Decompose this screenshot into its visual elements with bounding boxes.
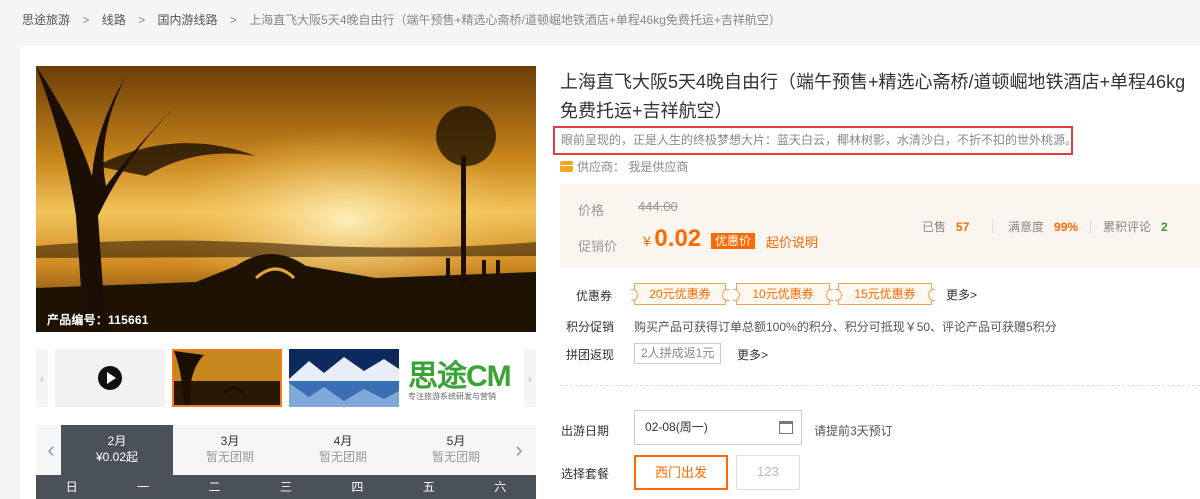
breadcrumb-separator: >: [138, 13, 146, 27]
promo-price-value: 0.02: [654, 225, 702, 252]
month-tab[interactable]: 3月 暂无团期: [174, 425, 286, 475]
play-icon[interactable]: [98, 366, 122, 390]
month-name: 4月: [333, 434, 353, 448]
currency-symbol: ¥: [643, 233, 651, 249]
breadcrumb-home[interactable]: 思途旅游: [22, 13, 70, 27]
supplier-icon: [560, 161, 573, 172]
package-option-selected[interactable]: 西门出发: [634, 455, 728, 490]
group-cashback-tag[interactable]: 2人拼成返1元: [634, 343, 722, 364]
thumbnail-sunset[interactable]: [172, 349, 282, 407]
points-label: 积分促销: [566, 320, 615, 334]
month-status: 暂无团期: [431, 450, 480, 464]
group-cashback-label: 拼团返现: [566, 348, 615, 362]
main-product-image[interactable]: [36, 66, 536, 332]
start-price-note-link[interactable]: 起价说明: [766, 232, 818, 251]
month-name: 5月: [446, 434, 466, 448]
discount-badge: 优惠价: [711, 233, 756, 249]
month-tab[interactable]: 5月 暂无团期: [400, 425, 512, 475]
product-subtitle: 眼前呈现的，正是人生的终极梦想大片：蓝天白云，椰林树影，水清沙白，不折不扣的世外…: [553, 126, 1073, 155]
product-title: 上海直飞大阪5天4晚自由行（端午预售+精选心斋桥/道顿崛地铁酒店+单程46kg免…: [560, 72, 1186, 121]
brand-logo: 思途CM: [408, 360, 512, 393]
month-status: ¥0.02起: [95, 450, 139, 464]
travel-date-value: 02-08(周一): [645, 420, 708, 434]
satisfaction: 满意度 99%: [1008, 218, 1078, 235]
weekday: 四: [351, 480, 364, 494]
satisfaction-value: 99%: [1054, 220, 1079, 234]
package-label: 选择套餐: [561, 467, 610, 481]
weekday: 三: [279, 480, 292, 494]
calendar-next-arrow[interactable]: ›: [506, 425, 532, 475]
more-coupons-link[interactable]: 更多>: [946, 286, 977, 303]
month-name: 3月: [220, 434, 240, 448]
travel-date-label: 出游日期: [561, 424, 610, 438]
coupon-button[interactable]: 15元优惠券: [835, 283, 935, 305]
breadcrumb-separator: >: [229, 13, 237, 27]
promo-price-label: 促销价: [578, 239, 618, 254]
advance-booking-note: 请提前3天预订: [814, 424, 893, 438]
thumbnail-logo[interactable]: 思途CM 专注旅游系统研发与营销: [406, 349, 516, 407]
thumb-next-arrow[interactable]: ›: [524, 349, 536, 407]
month-tab[interactable]: 4月 暂无团期: [287, 425, 399, 475]
review-count[interactable]: 累积评论 2: [1103, 218, 1168, 235]
divider: [1090, 219, 1091, 233]
month-status: 暂无团期: [205, 450, 254, 464]
sold-label: 已售: [922, 220, 947, 234]
original-price: 444.00: [638, 199, 678, 214]
breadcrumb-current: 上海直飞大阪5天4晚自由行（端午预售+精选心斋桥/道顿崛地铁酒店+单程46kg免…: [249, 13, 781, 27]
weekday: 六: [494, 480, 507, 494]
price-label: 价格: [578, 203, 605, 218]
calendar-icon[interactable]: [779, 421, 793, 434]
coupon-label: 优惠券: [576, 289, 613, 303]
sold-value: 57: [956, 220, 970, 234]
weekday: 二: [208, 480, 221, 494]
month-tab[interactable]: 2月 ¥0.02起: [61, 425, 173, 475]
product-code: 产品编号：115661: [47, 313, 149, 327]
satisfaction-label: 满意度: [1008, 220, 1045, 234]
sold-count: 已售 57: [922, 218, 969, 235]
breadcrumb-separator: >: [82, 13, 90, 27]
supplier-label: 供应商：: [577, 160, 626, 174]
reviews-label: 累积评论: [1103, 220, 1152, 234]
supplier-name: 我是供应商: [628, 160, 689, 174]
travel-date-input[interactable]: 02-08(周一): [634, 410, 802, 445]
breadcrumb: 思途旅游 > 线路 > 国内游线路 > 上海直飞大阪5天4晚自由行（端午预售+精…: [22, 11, 781, 28]
month-status: 暂无团期: [318, 450, 367, 464]
video-thumbnail[interactable]: [55, 349, 165, 407]
supplier-info: 供应商： 我是供应商: [560, 158, 688, 175]
reviews-value: 2: [1161, 220, 1168, 234]
brand-tagline: 专注旅游系统研发与营销: [408, 392, 496, 401]
weekday: 日: [65, 480, 78, 494]
more-group-link[interactable]: 更多>: [737, 346, 768, 363]
weekday-header: 日 一 二 三 四 五 六: [36, 475, 536, 499]
coupon-button[interactable]: 10元优惠券: [733, 283, 833, 305]
divider: [992, 219, 993, 233]
coupon-button[interactable]: 20元优惠券: [631, 283, 729, 305]
month-name: 2月: [107, 434, 127, 448]
breadcrumb-domestic[interactable]: 国内游线路: [157, 13, 217, 27]
section-divider: [560, 385, 1200, 386]
points-description: 购买产品可获得订单总额100%的积分、积分可抵现￥50、评论产品可获赠5积分: [634, 320, 1057, 334]
promo-price: ¥ 0.02: [643, 225, 701, 253]
thumbnail-mountain-lake[interactable]: [289, 349, 399, 407]
breadcrumb-routes[interactable]: 线路: [102, 13, 126, 27]
thumb-prev-arrow[interactable]: ‹: [36, 349, 48, 407]
weekday: 一: [137, 480, 150, 494]
weekday: 五: [422, 480, 435, 494]
package-option[interactable]: 123: [736, 455, 800, 490]
